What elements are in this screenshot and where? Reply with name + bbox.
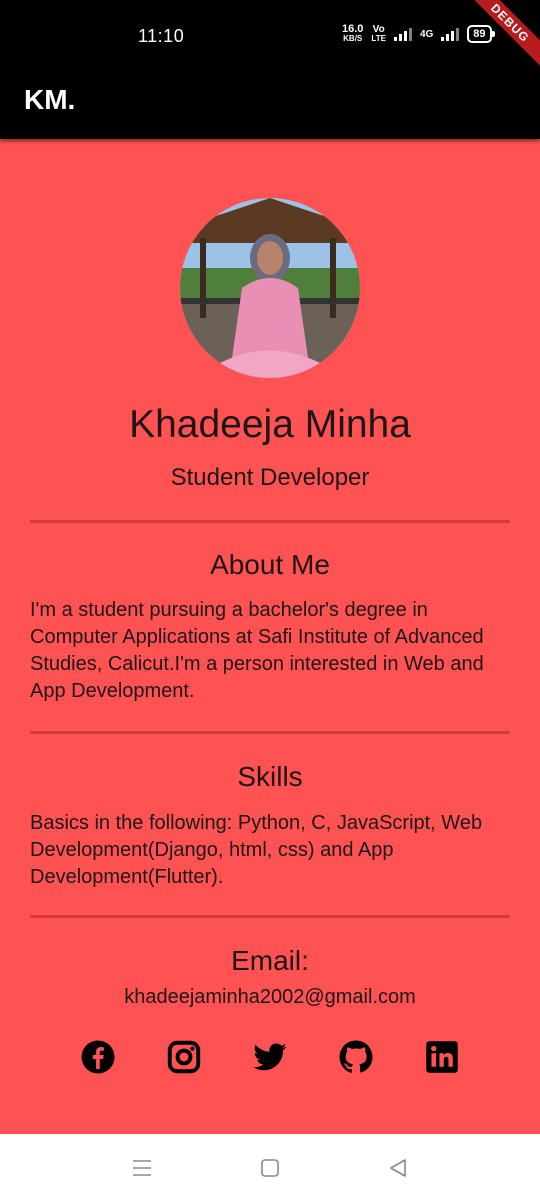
- profile-name: Khadeeja Minha: [129, 403, 411, 446]
- network-4g-indicator: 4G: [419, 28, 434, 40]
- social-links: [80, 1039, 460, 1079]
- status-time: 11:10: [138, 26, 185, 46]
- email-address[interactable]: khadeejaminha2002@gmail.com: [0, 986, 540, 1009]
- app-bar: KM.: [0, 70, 540, 139]
- profile-role: Student Developer: [170, 464, 370, 491]
- signal-icon: [393, 27, 412, 41]
- facebook-icon[interactable]: [80, 1039, 116, 1075]
- signal-icon-2: [441, 27, 460, 41]
- status-icons: 16.0 KB/S Vo LTE 4G 89: [342, 23, 495, 44]
- status-bar: 11:10 16.0 KB/S Vo LTE 4G 89 DEBUG: [0, 0, 540, 72]
- divider: [30, 915, 510, 918]
- menu-icon[interactable]: [130, 1156, 154, 1180]
- profile-content: Khadeeja Minha Student Developer About M…: [0, 139, 540, 1134]
- linkedin-icon[interactable]: [424, 1039, 460, 1075]
- back-icon[interactable]: [386, 1156, 410, 1180]
- twitter-icon[interactable]: [252, 1039, 288, 1075]
- network-speed: 16.0 KB/S: [342, 23, 364, 44]
- about-text: I'm a student pursuing a bachelor's degr…: [30, 599, 484, 702]
- volte-indicator: Vo LTE: [371, 24, 386, 44]
- divider: [30, 520, 510, 523]
- about-title: About Me: [210, 549, 330, 580]
- divider: [30, 731, 510, 734]
- email-title: Email:: [231, 945, 309, 976]
- avatar: [180, 198, 360, 378]
- home-icon[interactable]: [258, 1156, 282, 1180]
- battery-icon: 89: [467, 25, 495, 43]
- github-icon[interactable]: [338, 1039, 374, 1075]
- app-title: KM.: [24, 84, 76, 115]
- system-navigation-bar: [0, 1134, 540, 1200]
- skills-text: Basics in the following: Python, C, Java…: [30, 812, 483, 888]
- avatar-photo: [180, 198, 360, 378]
- skills-title: Skills: [237, 761, 303, 792]
- instagram-icon[interactable]: [166, 1039, 202, 1075]
